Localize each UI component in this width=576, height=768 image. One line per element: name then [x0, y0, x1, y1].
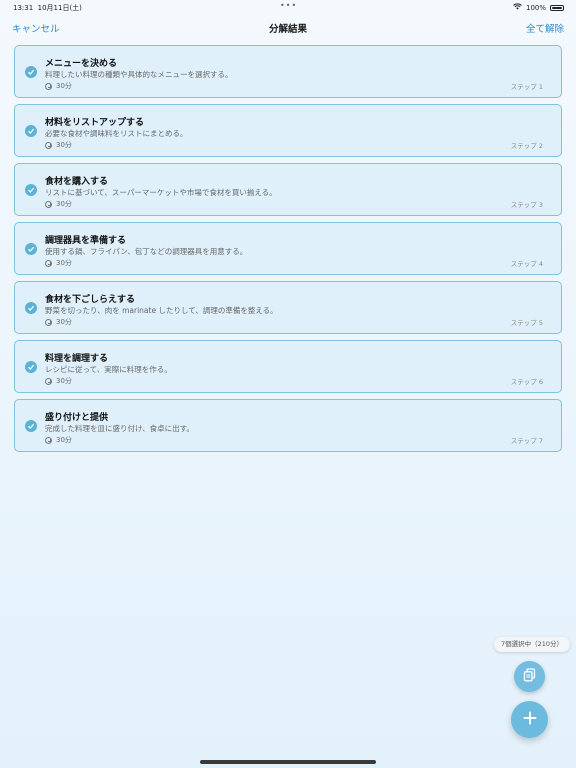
clock-icon: [45, 82, 52, 90]
step-duration: 30分: [45, 435, 72, 445]
step-title: 食材を購入する: [45, 177, 109, 187]
step-card[interactable]: 食材を購入する リストに基づいて、スーパーマーケットや市場で食材を買い揃える。 …: [14, 163, 562, 216]
step-card[interactable]: 材料をリストアップする 必要な食材や調味料をリストにまとめる。 30分 ステップ…: [14, 104, 562, 157]
step-description: 使用する鍋、フライパン、包丁などの調理器具を用意する。: [45, 247, 248, 256]
step-number: ステップ 7: [510, 437, 543, 445]
step-duration-text: 30分: [56, 318, 72, 326]
step-title: 調理器具を準備する: [45, 236, 127, 246]
step-duration: 30分: [45, 81, 72, 91]
step-duration-text: 30分: [56, 141, 72, 149]
deselect-all-button[interactable]: 全て解除: [526, 21, 564, 35]
step-duration-text: 30分: [56, 200, 72, 208]
copy-icon: [523, 667, 536, 686]
step-duration: 30分: [45, 199, 72, 209]
step-duration-text: 30分: [56, 436, 72, 444]
clock-icon: [45, 318, 52, 326]
status-right: 100%: [513, 3, 564, 12]
checkmark-icon[interactable]: [25, 184, 37, 196]
step-title: 食材を下ごしらえする: [45, 295, 136, 305]
step-number: ステップ 6: [510, 378, 543, 386]
navigation-bar: キャンセル 分解結果 全て解除: [0, 18, 576, 38]
step-duration-text: 30分: [56, 377, 72, 385]
checkmark-icon[interactable]: [25, 243, 37, 255]
home-indicator[interactable]: [200, 760, 376, 764]
copy-button[interactable]: [514, 661, 545, 692]
step-duration-text: 30分: [56, 259, 72, 267]
step-card[interactable]: 料理を調理する レシピに従って、実際に料理を作る。 30分 ステップ 6: [14, 340, 562, 393]
step-description: レシピに従って、実際に料理を作る。: [45, 365, 172, 374]
multitasking-dots[interactable]: •••: [280, 1, 297, 10]
step-duration-text: 30分: [56, 82, 72, 90]
step-description: 必要な食材や調味料をリストにまとめる。: [45, 129, 188, 138]
page-title: 分解結果: [268, 24, 307, 35]
step-description: リストに基づいて、スーパーマーケットや市場で食材を買い揃える。: [45, 188, 277, 197]
clock-icon: [45, 200, 52, 208]
step-list: メニューを決める 料理したい料理の種類や具体的なメニューを選択する。 30分 ス…: [14, 45, 562, 458]
step-duration: 30分: [45, 258, 72, 268]
checkmark-icon[interactable]: [25, 302, 37, 314]
checkmark-icon[interactable]: [25, 361, 37, 373]
step-card[interactable]: 調理器具を準備する 使用する鍋、フライパン、包丁などの調理器具を用意する。 30…: [14, 222, 562, 275]
checkmark-icon[interactable]: [25, 66, 37, 78]
clock-icon: [45, 377, 52, 385]
step-title: メニューを決める: [45, 59, 118, 69]
add-step-button[interactable]: [511, 701, 548, 738]
step-title: 材料をリストアップする: [45, 118, 145, 128]
step-description: 完成した料理を皿に盛り付け、食卓に出す。: [45, 424, 194, 433]
status-bar: 13:31 10月11日(土) ••• 100%: [0, 0, 576, 14]
step-title: 料理を調理する: [45, 354, 109, 364]
step-duration: 30分: [45, 376, 72, 386]
step-card[interactable]: 食材を下ごしらえする 野菜を切ったり、肉を marinate したりして、調理の…: [14, 281, 562, 334]
clock-icon: [45, 141, 52, 149]
battery-percent: 100%: [525, 3, 546, 12]
step-duration: 30分: [45, 140, 72, 150]
step-duration: 30分: [45, 317, 72, 327]
status-time-date: 13:31 10月11日(土): [13, 3, 82, 13]
step-number: ステップ 5: [510, 319, 543, 327]
step-title: 盛り付けと提供: [45, 413, 109, 423]
battery-icon: [550, 4, 564, 11]
wifi-icon: [513, 3, 522, 12]
checkmark-icon[interactable]: [25, 420, 37, 432]
step-card[interactable]: 盛り付けと提供 完成した料理を皿に盛り付け、食卓に出す。 30分 ステップ 7: [14, 399, 562, 452]
selection-summary-badge: 7個選択中（210分）: [494, 637, 571, 652]
step-description: 野菜を切ったり、肉を marinate したりして、調理の準備を整える。: [45, 306, 278, 315]
step-description: 料理したい料理の種類や具体的なメニューを選択する。: [45, 70, 233, 79]
step-number: ステップ 2: [510, 142, 543, 150]
clock-icon: [45, 436, 52, 444]
step-number: ステップ 4: [510, 260, 543, 268]
status-date: 10月11日(土): [37, 4, 82, 12]
clock-icon: [45, 259, 52, 267]
step-number: ステップ 3: [510, 201, 543, 209]
step-card[interactable]: メニューを決める 料理したい料理の種類や具体的なメニューを選択する。 30分 ス…: [14, 45, 562, 98]
plus-icon: [523, 710, 537, 729]
status-time: 13:31: [13, 4, 34, 12]
checkmark-icon[interactable]: [25, 125, 37, 137]
step-number: ステップ 1: [510, 83, 543, 91]
